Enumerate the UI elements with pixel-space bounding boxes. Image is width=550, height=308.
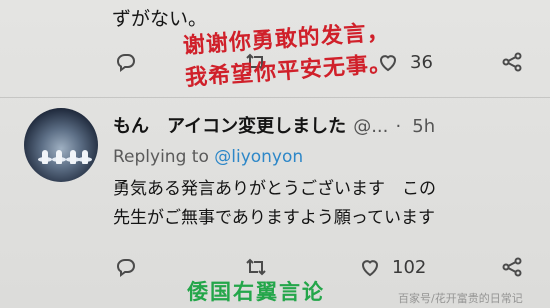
like-button[interactable]: 102 bbox=[358, 252, 426, 282]
replying-prefix: Replying to bbox=[113, 147, 209, 167]
like-count: 36 bbox=[410, 51, 433, 73]
tweet-header: もん アイコン変更しました @... · 5h bbox=[113, 116, 436, 137]
share-icon bbox=[502, 52, 522, 72]
share-button[interactable] bbox=[500, 47, 524, 77]
share-icon bbox=[502, 257, 522, 277]
reply-button[interactable] bbox=[114, 47, 138, 77]
like-icon bbox=[361, 260, 379, 277]
tweet-body-line-1: 勇気ある発言ありがとうございます この bbox=[113, 179, 436, 199]
replying-to: Replying to @liyonyon bbox=[113, 147, 303, 167]
tweet-time[interactable]: 5h bbox=[412, 116, 435, 137]
like-count: 102 bbox=[392, 256, 427, 278]
tweet-screenshot: ずがない。 36 もん アイコン変更しました @... · 5h Replyin… bbox=[0, 0, 550, 308]
display-name[interactable]: もん アイコン変更しました bbox=[113, 116, 346, 137]
reply-icon bbox=[117, 54, 135, 72]
user-handle[interactable]: @... bbox=[353, 116, 388, 137]
avatar[interactable] bbox=[24, 108, 98, 182]
reply-button[interactable] bbox=[114, 252, 138, 282]
red-caption-overlay: 谢谢你勇敢的发言， 我希望你平安无事。 bbox=[182, 17, 393, 95]
tweet-divider bbox=[0, 97, 550, 98]
share-button[interactable] bbox=[500, 252, 524, 282]
replying-mention-link[interactable]: @liyonyon bbox=[214, 147, 303, 167]
tweet-body-line-2: 先生がご無事でありますよう願っています bbox=[113, 208, 435, 228]
previous-tweet-text: ずがない。 bbox=[112, 8, 208, 30]
tweet-body: 勇気ある発言ありがとうございます この 先生がご無事でありますよう願っています bbox=[113, 175, 436, 233]
watermark: 百家号/花开富贵的日常记 bbox=[398, 292, 523, 305]
green-caption-overlay: 倭国右翼言论 bbox=[187, 280, 325, 304]
reply-icon bbox=[117, 259, 135, 277]
